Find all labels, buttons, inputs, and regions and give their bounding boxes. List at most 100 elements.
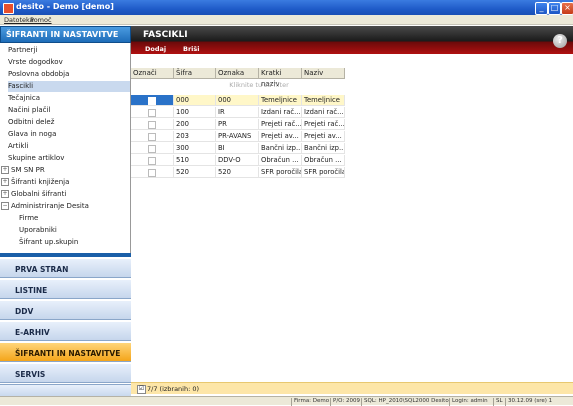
table-row[interactable]: 000 000 Temeljnice Temeljnice: [131, 95, 531, 106]
table-cell-sifra: 510: [174, 155, 216, 166]
window-title: desito - Demo [demo]: [16, 2, 114, 11]
row-select-cell: [131, 143, 174, 154]
tree-item-label: Globalni šifranti: [11, 190, 67, 198]
column-header-oznaka[interactable]: Oznaka: [216, 68, 259, 79]
row-select-cell: [131, 155, 174, 166]
row-checkbox[interactable]: [148, 121, 156, 129]
expand-icon[interactable]: +: [1, 166, 9, 174]
table-cell-oznaka: 520: [216, 167, 259, 178]
row-select-cell: [131, 119, 174, 130]
column-header-oznaci[interactable]: Označi: [131, 68, 174, 79]
minimize-button[interactable]: _: [535, 2, 548, 15]
nav-button[interactable]: LISTINE: [0, 279, 131, 299]
column-header-naziv[interactable]: Naziv: [302, 68, 345, 79]
expand-icon[interactable]: +: [1, 178, 9, 186]
tree-item[interactable]: Odbitni delež: [8, 117, 130, 128]
add-button[interactable]: Dodaj: [145, 45, 166, 53]
tree-item[interactable]: Načini plačil: [8, 105, 130, 116]
left-panel-title: ŠIFRANTI IN NASTAVITVE: [0, 26, 131, 43]
tree-item-label: Načini plačil: [8, 106, 51, 114]
table-cell-kratki: Prejeti av...: [259, 131, 302, 142]
column-header-sifra[interactable]: Šifra: [174, 68, 216, 79]
tree-item[interactable]: Skupine artiklov: [8, 153, 130, 164]
row-checkbox[interactable]: [148, 133, 156, 141]
table-cell-oznaka: PR: [216, 119, 259, 130]
selection-status-strip: ☑ 7/7 (izbranih: 0): [131, 382, 573, 394]
row-checkbox[interactable]: [148, 109, 156, 117]
table-cell-oznaka: DDV-O: [216, 155, 259, 166]
row-select-cell: [131, 95, 174, 106]
tree-item[interactable]: + SM SN PR: [1, 165, 130, 176]
delete-button[interactable]: Briši: [183, 45, 200, 53]
table-cell-sifra: 203: [174, 131, 216, 142]
navigation-tree: Partnerji Vrste dogodkov Poslovna obdobja F…: [0, 43, 131, 253]
tree-item[interactable]: Glava in noga: [8, 129, 130, 140]
tree-item[interactable]: Uporabniki: [19, 225, 130, 236]
column-header-kratki-naziv[interactable]: Kratki naziv: [259, 68, 302, 88]
expand-icon[interactable]: +: [1, 190, 9, 198]
table-cell-naziv: Temeljnice: [302, 95, 345, 106]
table-cell-oznaka: PR-AVANS: [216, 131, 259, 142]
tree-item-label: Tečajnica: [8, 94, 40, 102]
table-row[interactable]: 200 PR Prejeti rač... Prejeti rač...: [131, 119, 531, 130]
menu-pomoc[interactable]: Pomoč: [30, 16, 52, 24]
window-titlebar: desito - Demo [demo] _ □ ×: [0, 0, 573, 15]
tree-item-label: Uporabniki: [19, 226, 57, 234]
tree-item-label: Fascikli: [8, 82, 34, 90]
table-row[interactable]: 203 PR-AVANS Prejeti av... Prejeti av...: [131, 131, 531, 142]
table-cell-kratki: Temeljnice: [259, 95, 302, 106]
maximize-button[interactable]: □: [548, 2, 561, 15]
tree-item[interactable]: Poslovna obdobja: [8, 69, 130, 80]
table-cell-sifra: 520: [174, 167, 216, 178]
tree-item[interactable]: Šifrant up.skupin: [19, 237, 130, 248]
nav-button[interactable]: PRVA STRAN: [0, 258, 131, 278]
row-select-cell: [131, 167, 174, 178]
row-checkbox[interactable]: [148, 157, 156, 165]
tree-item[interactable]: Fascikli: [8, 81, 130, 92]
select-all-checkbox[interactable]: ☑: [137, 385, 146, 394]
tree-item[interactable]: Vrste dogodkov: [8, 57, 130, 68]
row-checkbox[interactable]: [148, 145, 156, 153]
status-bar: Firma: Demo P/O: 2009 SQL: HP_2010\SQL20…: [0, 396, 573, 406]
menu-bar: Datoteka Pomoč: [0, 15, 573, 25]
panel-splitter[interactable]: [0, 253, 131, 257]
tree-item[interactable]: + Globalni šifranti: [1, 189, 130, 200]
table-row[interactable]: 510 DDV-O Obračun ... Obračun ...: [131, 155, 531, 166]
table-cell-naziv: Izdani rač...: [302, 107, 345, 118]
table-cell-sifra: 100: [174, 107, 216, 118]
table-cell-naziv: Obračun ...: [302, 155, 345, 166]
tree-item-label: Šifranti knjiženja: [11, 178, 70, 186]
table-cell-oznaka: IR: [216, 107, 259, 118]
data-grid: Označi Šifra Oznaka Kratki naziv Naziv K…: [131, 54, 573, 382]
tree-item[interactable]: Artikli: [8, 141, 130, 152]
tree-item[interactable]: − Administriranje Desita: [1, 201, 130, 212]
help-icon[interactable]: ?: [553, 34, 567, 48]
table-row[interactable]: 520 520 SFR poročila SFR poročila: [131, 167, 531, 178]
expand-icon[interactable]: −: [1, 202, 9, 210]
tree-item-label: Firme: [19, 214, 39, 222]
close-button[interactable]: ×: [561, 2, 573, 15]
nav-button[interactable]: E-ARHIV: [0, 321, 131, 341]
table-cell-sifra: 000: [174, 95, 216, 106]
tree-item[interactable]: + Šifranti knjiženja: [1, 177, 130, 188]
nav-button[interactable]: SERVIS: [0, 363, 131, 383]
row-checkbox[interactable]: [148, 169, 156, 177]
row-checkbox[interactable]: [148, 97, 156, 105]
nav-button[interactable]: ŠIFRANTI IN NASTAVITVE: [0, 342, 131, 362]
selection-count: 7/7 (izbranih: 0): [147, 385, 200, 393]
table-cell-kratki: Obračun ...: [259, 155, 302, 166]
table-row[interactable]: 300 BI Bančni izp... Bančni izp...: [131, 143, 531, 154]
tree-item[interactable]: Firme: [19, 213, 130, 224]
page-title: FASCIKLI: [143, 30, 188, 40]
table-cell-oznaka: 000: [216, 95, 259, 106]
table-row[interactable]: 100 IR Izdani rač... Izdani rač...: [131, 107, 531, 118]
filter-row[interactable]: Kliknite tu za filter: [173, 80, 345, 90]
nav-button[interactable]: DDV: [0, 300, 131, 320]
tree-item[interactable]: Partnerji: [8, 45, 130, 56]
row-select-cell: [131, 107, 174, 118]
table-cell-oznaka: BI: [216, 143, 259, 154]
table-cell-kratki: Bančni izp...: [259, 143, 302, 154]
tree-item[interactable]: Tečajnica: [8, 93, 130, 104]
tree-item-label: Administriranje Desita: [11, 202, 89, 210]
tree-item-label: Vrste dogodkov: [8, 58, 63, 66]
